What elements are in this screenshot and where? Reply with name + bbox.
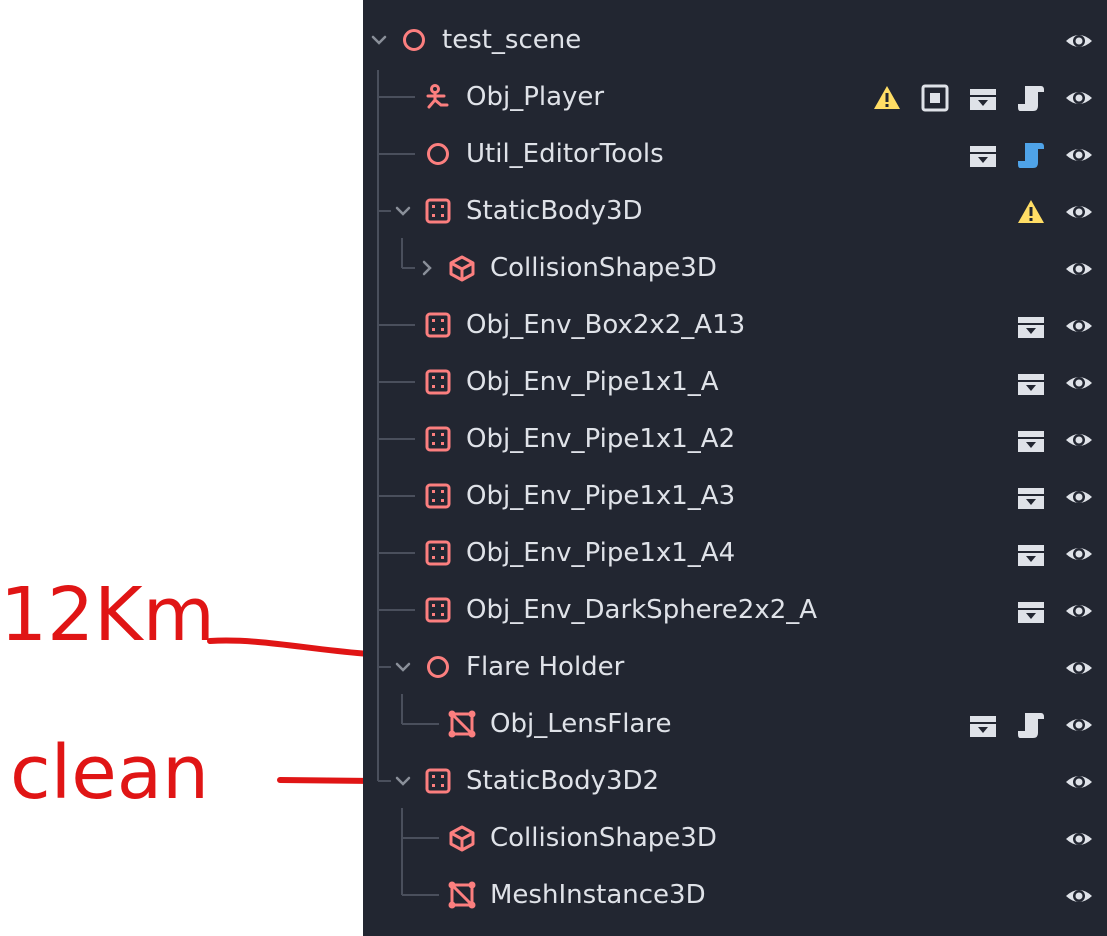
scene-clapper-icon[interactable] [1016, 482, 1046, 512]
static-body-icon [425, 540, 451, 566]
annotation-arrow-1 [207, 637, 363, 657]
tree-row-label: Obj_Env_Pipe1x1_A [466, 367, 719, 397]
visibility-eye-icon[interactable] [1064, 425, 1094, 455]
instance-icon[interactable] [920, 83, 950, 113]
tree-row-obj-env-pipe1x1-a3[interactable]: Obj_Env_Pipe1x1_A3 [363, 468, 1107, 525]
tree-row-label: Obj_Env_Pipe1x1_A4 [466, 538, 736, 568]
static-body-icon [425, 198, 451, 224]
node3d-circle-icon [427, 143, 449, 165]
scene-clapper-icon[interactable] [968, 140, 998, 170]
scene-clapper-icon[interactable] [968, 83, 998, 113]
chevron-down-icon[interactable] [389, 653, 417, 681]
script-icon[interactable] [1016, 83, 1046, 113]
visibility-eye-icon[interactable] [1064, 254, 1094, 284]
visibility-eye-icon[interactable] [1064, 881, 1094, 911]
tree-row-collisionshape3d[interactable]: CollisionShape3D [363, 240, 1107, 297]
tree-row-util-editortools[interactable]: Util_EditorTools [363, 126, 1107, 183]
tree-row-flare-holder[interactable]: Flare Holder [363, 639, 1107, 696]
chevron-down-icon[interactable] [365, 26, 393, 54]
tree-row-label: Obj_Env_Box2x2_A13 [466, 310, 746, 340]
tree-row-label: Util_EditorTools [466, 139, 664, 169]
scene-clapper-icon[interactable] [1016, 596, 1046, 626]
tree-row-label: Obj_Player [466, 82, 605, 112]
tree-row-obj-env-darksphere2x2-a[interactable]: Obj_Env_DarkSphere2x2_A [363, 582, 1107, 639]
character-body-icon [426, 84, 449, 109]
chevron-down-icon[interactable] [389, 767, 417, 795]
static-body-icon [425, 483, 451, 509]
static-body-icon [425, 426, 451, 452]
static-body-icon [425, 597, 451, 623]
visibility-eye-icon[interactable] [1064, 653, 1094, 683]
tree-row-label: CollisionShape3D [490, 823, 717, 853]
visibility-eye-icon[interactable] [1064, 596, 1094, 626]
mesh-instance-icon [448, 710, 476, 738]
node3d-circle-icon [403, 29, 425, 51]
warning-icon[interactable] [872, 83, 902, 113]
annotation-arrow-2 [277, 777, 363, 784]
annotation-12km: 12Km [0, 572, 215, 658]
mesh-instance-icon [448, 881, 476, 909]
visibility-eye-icon[interactable] [1064, 767, 1094, 797]
visibility-eye-icon[interactable] [1064, 83, 1094, 113]
static-body-icon [425, 768, 451, 794]
annotation-clean: clean [10, 730, 209, 816]
scene-clapper-icon[interactable] [968, 710, 998, 740]
tree-row-collisionshape3d-2[interactable]: CollisionShape3D [363, 810, 1107, 867]
scene-tree-panel: test_scene Obj_Player Util_EditorTools S… [363, 0, 1107, 936]
chevron-down-icon[interactable] [389, 197, 417, 225]
tree-row-staticbody3d[interactable]: StaticBody3D [363, 183, 1107, 240]
chevron-right-icon[interactable] [413, 254, 441, 282]
tree-row-test-scene[interactable]: test_scene [363, 12, 1107, 69]
visibility-eye-icon[interactable] [1064, 311, 1094, 341]
visibility-eye-icon[interactable] [1064, 710, 1094, 740]
tree-row-label: CollisionShape3D [490, 253, 717, 283]
tree-row-obj-env-pipe1x1-a2[interactable]: Obj_Env_Pipe1x1_A2 [363, 411, 1107, 468]
tree-row-obj-env-box2x2-a13[interactable]: Obj_Env_Box2x2_A13 [363, 297, 1107, 354]
tree-row-label: Obj_Env_DarkSphere2x2_A [466, 595, 818, 625]
script-blue-icon[interactable] [1016, 140, 1046, 170]
tree-row-label: Obj_LensFlare [490, 709, 672, 739]
visibility-eye-icon[interactable] [1064, 368, 1094, 398]
visibility-eye-icon[interactable] [1064, 140, 1094, 170]
tree-row-staticbody3d2[interactable]: StaticBody3D2 [363, 753, 1107, 810]
scene-clapper-icon[interactable] [1016, 539, 1046, 569]
node3d-circle-icon [427, 656, 449, 678]
tree-row-label: Flare Holder [466, 652, 625, 682]
tree-row-obj-player[interactable]: Obj_Player [363, 69, 1107, 126]
warning-icon[interactable] [1016, 197, 1046, 227]
visibility-eye-icon[interactable] [1064, 197, 1094, 227]
tree-row-label: test_scene [442, 25, 582, 55]
tree-row-label: MeshInstance3D [490, 880, 706, 910]
annotation-layer: 12Km clean [0, 572, 363, 816]
visibility-eye-icon[interactable] [1064, 539, 1094, 569]
tree-row-obj-env-pipe1x1-a[interactable]: Obj_Env_Pipe1x1_A [363, 354, 1107, 411]
static-body-icon [425, 369, 451, 395]
scene-clapper-icon[interactable] [1016, 425, 1046, 455]
script-icon[interactable] [1016, 710, 1046, 740]
collision-shape-icon [449, 825, 475, 852]
tree-row-label: StaticBody3D [466, 196, 643, 226]
tree-row-obj-lensflare[interactable]: Obj_LensFlare [363, 696, 1107, 753]
visibility-eye-icon[interactable] [1064, 824, 1094, 854]
tree-row-label: StaticBody3D2 [466, 766, 660, 796]
visibility-eye-icon[interactable] [1064, 482, 1094, 512]
tree-row-meshinstance3d[interactable]: MeshInstance3D [363, 867, 1107, 924]
static-body-icon [425, 312, 451, 338]
scene-clapper-icon[interactable] [1016, 368, 1046, 398]
tree-row-obj-env-pipe1x1-a4[interactable]: Obj_Env_Pipe1x1_A4 [363, 525, 1107, 582]
tree-row-label: Obj_Env_Pipe1x1_A2 [466, 424, 736, 454]
tree-row-label: Obj_Env_Pipe1x1_A3 [466, 481, 736, 511]
visibility-eye-icon[interactable] [1064, 26, 1094, 56]
collision-shape-icon [449, 255, 475, 282]
scene-clapper-icon[interactable] [1016, 311, 1046, 341]
